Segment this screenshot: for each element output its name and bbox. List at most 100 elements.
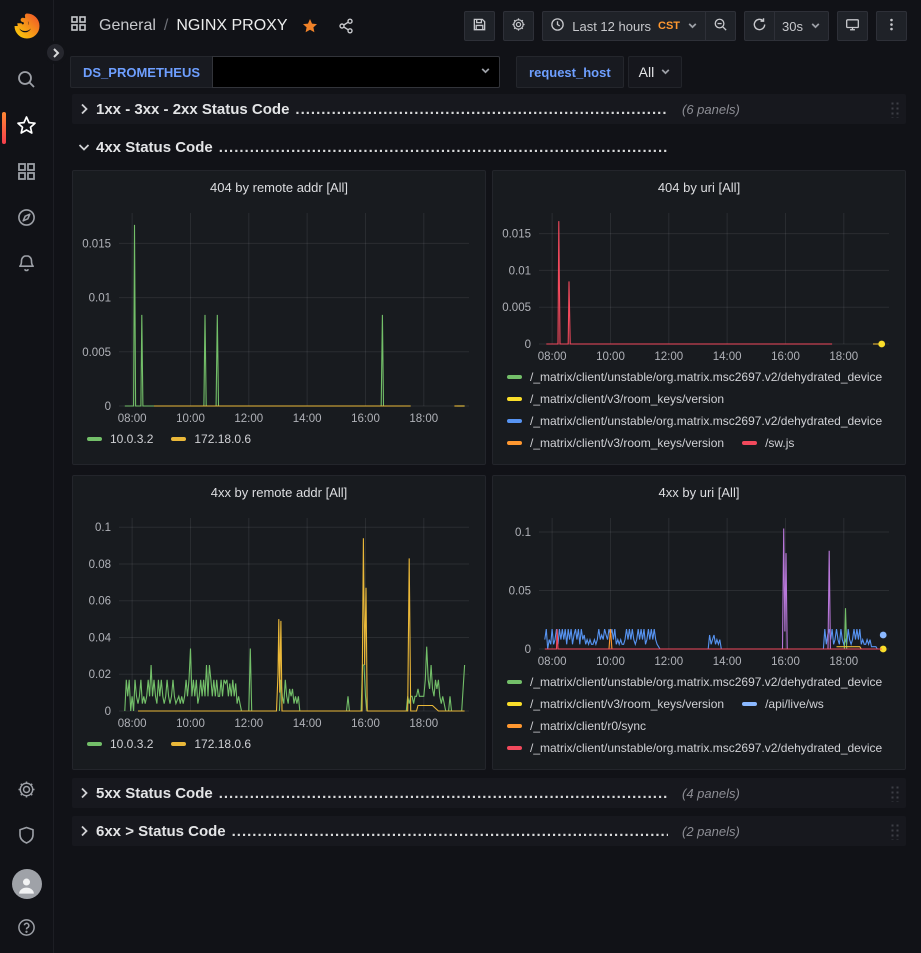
legend-item[interactable]: /_matrix/client/v3/room_keys/version: [507, 695, 724, 712]
legend-item[interactable]: /_matrix/client/v3/room_keys/version: [507, 434, 724, 451]
svg-text:08:00: 08:00: [118, 718, 147, 730]
sidebar-item-server-admin[interactable]: [0, 815, 54, 861]
row-header-4xx[interactable]: 4xx Status Code.........................…: [72, 132, 906, 162]
svg-text:0: 0: [525, 339, 531, 351]
series-label: /_matrix/client/r0/sync: [530, 719, 646, 733]
legend-item[interactable]: /api/live/ws: [742, 695, 824, 712]
panel: 404 by uri [All] 00.0050.010.01508:0010:…: [492, 170, 906, 465]
sidebar-item-explore[interactable]: [0, 197, 54, 243]
share-icon[interactable]: [332, 12, 360, 40]
svg-text:0.05: 0.05: [509, 586, 531, 598]
datasource-variable-select[interactable]: [212, 56, 500, 88]
request-host-variable-select[interactable]: All: [628, 56, 683, 88]
tv-mode-button[interactable]: [837, 11, 868, 41]
zoom-out-time-button[interactable]: [705, 11, 736, 41]
legend-item[interactable]: /_matrix/client/unstable/org.matrix.msc2…: [507, 739, 882, 756]
series-color-swatch: [507, 441, 522, 445]
legend-item[interactable]: 10.0.3.2: [87, 430, 153, 447]
panel-title[interactable]: 404 by remote addr [All]: [73, 171, 485, 203]
sidebar-item-starred[interactable]: [0, 105, 54, 151]
avatar: [12, 869, 42, 899]
panel-title[interactable]: 404 by uri [All]: [493, 171, 905, 203]
row-header-6xx[interactable]: 6xx > Status Code.......................…: [72, 816, 906, 846]
series-label: 10.0.3.2: [110, 737, 153, 751]
series-label: /_matrix/client/unstable/org.matrix.msc2…: [530, 370, 882, 384]
svg-text:14:00: 14:00: [293, 413, 322, 425]
refresh-interval-picker[interactable]: 30s: [774, 11, 829, 41]
breadcrumb-section[interactable]: General: [99, 17, 156, 35]
sidebar-item-configuration[interactable]: [0, 769, 54, 815]
sidebar-item-alerting[interactable]: [0, 243, 54, 289]
panel: 4xx by uri [All] 00.050.108:0010:0012:00…: [492, 475, 906, 770]
chevron-right-icon: [76, 101, 92, 117]
legend-item[interactable]: 172.18.0.6: [171, 430, 251, 447]
legend: /_matrix/client/unstable/org.matrix.msc2…: [493, 366, 905, 456]
refresh-interval-label: 30s: [782, 19, 803, 34]
kebab-menu-button[interactable]: [876, 11, 907, 41]
series-color-swatch: [171, 437, 186, 441]
svg-text:10:00: 10:00: [596, 656, 625, 668]
svg-text:12:00: 12:00: [654, 351, 683, 363]
row-header-1xx-3xx-2xx[interactable]: 1xx - 3xx - 2xx Status Code.............…: [72, 94, 906, 124]
legend-item[interactable]: /_matrix/client/v3/room_keys/version: [507, 390, 724, 407]
grafana-logo-icon[interactable]: [12, 11, 42, 41]
svg-text:12:00: 12:00: [234, 413, 263, 425]
panel-title[interactable]: 4xx by remote addr [All]: [73, 476, 485, 508]
expand-sidebar-button[interactable]: [44, 41, 67, 64]
refresh-button[interactable]: [744, 11, 774, 41]
time-range-picker[interactable]: Last 12 hours CST: [542, 11, 705, 41]
sidebar-item-dashboards[interactable]: [0, 151, 54, 197]
time-series-chart[interactable]: 00.0050.010.01508:0010:0012:0014:0016:00…: [493, 203, 905, 366]
svg-text:0.1: 0.1: [95, 522, 111, 534]
breadcrumb-title[interactable]: NGINX PROXY: [176, 17, 287, 35]
svg-text:0.06: 0.06: [89, 596, 111, 608]
legend-item[interactable]: 10.0.3.2: [87, 735, 153, 752]
panels-grid: 404 by remote addr [All] 0 0.005 0.01 0.015…: [72, 170, 906, 770]
favorite-star-button[interactable]: [296, 12, 324, 40]
time-series-chart[interactable]: 00.0050.010.01508:0010:0012:0014:0016:00…: [73, 203, 485, 428]
svg-text:0.005: 0.005: [502, 302, 531, 314]
legend: /_matrix/client/unstable/org.matrix.msc2…: [493, 671, 905, 761]
dashboard-settings-button[interactable]: [503, 11, 534, 41]
drag-handle-icon[interactable]: [890, 785, 900, 802]
series-color-swatch: [87, 742, 102, 746]
panel-title[interactable]: 4xx by uri [All]: [493, 476, 905, 508]
legend-item[interactable]: /sw.js: [742, 434, 794, 451]
chevron-down-icon: [810, 19, 821, 34]
series-label: 10.0.3.2: [110, 432, 153, 446]
clock-icon: [550, 17, 565, 35]
svg-text:0.015: 0.015: [82, 238, 111, 250]
row-title: 5xx Status Code: [96, 785, 213, 802]
row-header-5xx[interactable]: 5xx Status Code.........................…: [72, 778, 906, 808]
sidebar-item-help[interactable]: [0, 907, 54, 953]
svg-text:18:00: 18:00: [409, 718, 438, 730]
sidebar-item-profile[interactable]: [0, 861, 54, 907]
svg-text:0.01: 0.01: [509, 265, 531, 277]
time-series-chart[interactable]: 00.050.108:0010:0012:0014:0016:0018:00: [493, 508, 905, 671]
legend-item[interactable]: 172.18.0.6: [171, 735, 251, 752]
sidebar-item-search[interactable]: [0, 59, 54, 105]
drag-handle-icon[interactable]: [890, 101, 900, 118]
series-color-swatch: [742, 441, 757, 445]
series-color-swatch: [507, 746, 522, 750]
bell-icon: [16, 253, 37, 279]
time-range-label: Last 12 hours: [572, 19, 651, 34]
leader-dots: ........................................…: [295, 101, 668, 118]
datasource-variable-label[interactable]: DS_PROMETHEUS: [70, 56, 212, 88]
svg-text:08:00: 08:00: [118, 413, 147, 425]
row-title: 4xx Status Code: [96, 139, 213, 156]
legend: 10.0.3.2 172.18.0.6: [73, 428, 485, 458]
series-label: /_matrix/client/unstable/org.matrix.msc2…: [530, 675, 882, 689]
legend-item[interactable]: /_matrix/client/unstable/org.matrix.msc2…: [507, 673, 882, 690]
legend-item[interactable]: /_matrix/client/r0/sync: [507, 717, 646, 734]
breadcrumb-separator: /: [164, 17, 168, 35]
legend-item[interactable]: /_matrix/client/unstable/org.matrix.msc2…: [507, 412, 882, 429]
drag-handle-icon[interactable]: [890, 823, 900, 840]
request-host-variable-label[interactable]: request_host: [516, 56, 624, 88]
save-dashboard-button[interactable]: [464, 11, 495, 41]
search-icon: [16, 69, 37, 95]
svg-text:12:00: 12:00: [654, 656, 683, 668]
svg-text:08:00: 08:00: [538, 351, 567, 363]
time-series-chart[interactable]: 00.020.040.060.080.108:0010:0012:0014:00…: [73, 508, 485, 733]
legend-item[interactable]: /_matrix/client/unstable/org.matrix.msc2…: [507, 368, 882, 385]
